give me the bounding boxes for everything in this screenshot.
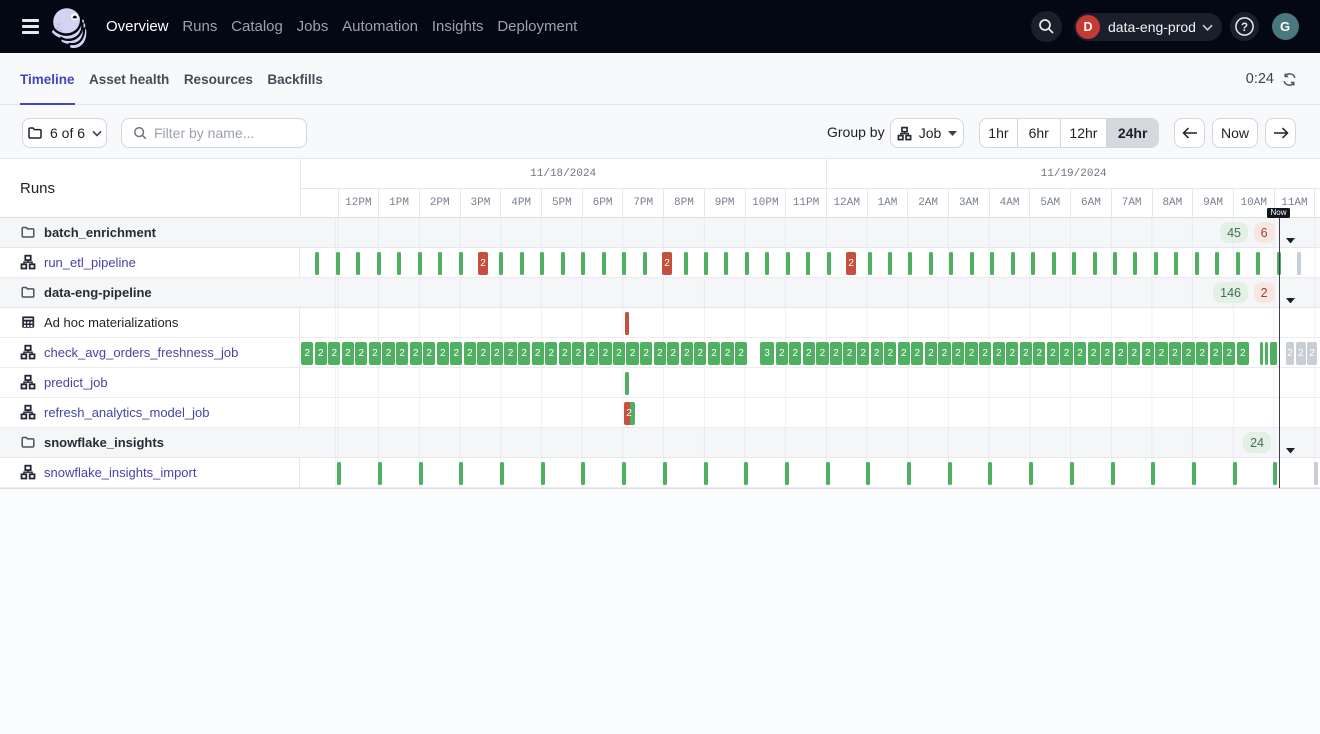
svg-text:?: ?: [1241, 22, 1248, 34]
